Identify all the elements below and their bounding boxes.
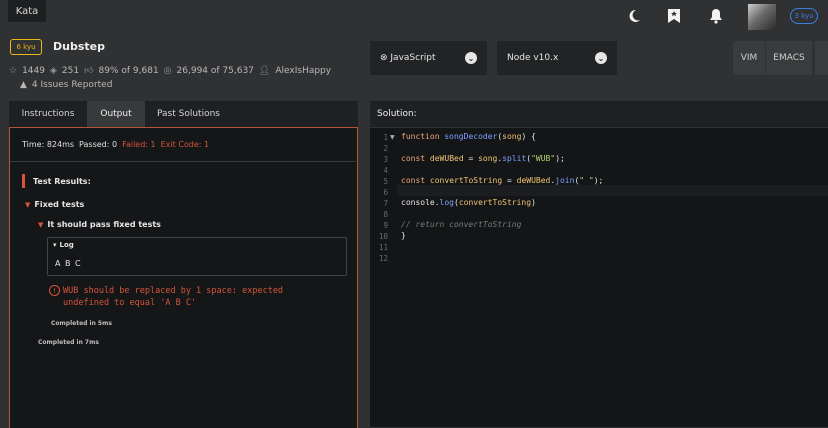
warning-icon: ▲ xyxy=(20,80,27,90)
completed-count: 26,994 of 75,637 xyxy=(176,66,254,76)
line-number: 6 xyxy=(383,188,388,197)
top-bar xyxy=(0,0,828,34)
kata-author[interactable]: AlexIsHappy xyxy=(275,66,331,76)
code-line-1[interactable]: function songDecoder(song) { xyxy=(401,132,536,141)
line-number: 9 xyxy=(383,221,388,230)
chevron-down-icon: ⌄ xyxy=(465,52,477,64)
runtime-select[interactable]: Node v10.x ⌄ xyxy=(497,41,617,75)
kata-title[interactable]: Dubstep xyxy=(53,40,105,53)
collections-count: 251 xyxy=(61,66,80,76)
thumbs-up-icon: 👍︎ xyxy=(84,66,94,76)
passed-count: Passed: 0 xyxy=(79,140,118,149)
language-select[interactable]: ⊗ JavaScript ⌄ xyxy=(370,41,487,75)
issues-label[interactable]: 4 Issues Reported xyxy=(32,80,113,90)
line-number: 5 xyxy=(383,177,388,186)
test-group-fixed[interactable]: ▼ Fixed tests xyxy=(25,200,84,209)
line-number: 7 xyxy=(383,199,388,208)
line-number: 8 xyxy=(383,210,388,219)
user-rank-badge: 3 kyu xyxy=(790,8,818,24)
completed-outer: Completed in 7ms xyxy=(38,339,99,346)
error-message: WUB should be replaced by 1 space: expec… xyxy=(63,286,284,308)
test-case-label: It should pass fixed tests xyxy=(47,220,161,229)
exit-code: Exit Code: 1 xyxy=(160,140,210,149)
active-line-highlight xyxy=(397,185,828,196)
error-icon: ! xyxy=(49,285,60,296)
line-number: 11 xyxy=(378,243,388,252)
tab-past-solutions[interactable]: Past Solutions xyxy=(145,101,232,127)
kata-rank-badge: 6 kyu xyxy=(10,39,42,55)
user-avatar[interactable] xyxy=(748,4,776,30)
bell-icon[interactable] xyxy=(706,6,726,26)
runtime-label: Node v10.x xyxy=(507,53,559,63)
test-group-label: Fixed tests xyxy=(34,200,85,209)
code-line-7[interactable]: console.log(convertToString) xyxy=(401,198,536,207)
line-number: 12 xyxy=(378,254,388,263)
code-editor[interactable] xyxy=(370,128,828,427)
line-number: 4 xyxy=(383,166,388,175)
language-label: ⊗ JavaScript xyxy=(380,53,436,63)
line-number: 1 xyxy=(383,133,388,142)
bookmark-icon[interactable] xyxy=(664,6,684,26)
caret-down-icon: ▼ xyxy=(25,200,31,209)
line-number: 3 xyxy=(383,155,388,164)
log-output: A B C xyxy=(55,259,82,268)
test-results-title: Test Results: xyxy=(22,174,91,188)
collections-icon: ◈ xyxy=(49,66,57,76)
caret-down-icon: ▾ xyxy=(53,241,57,249)
log-toggle[interactable]: ▾ Log xyxy=(53,241,74,249)
tab-instructions[interactable]: Instructions xyxy=(9,101,87,127)
satisfaction-rating: 89% of 9,681 xyxy=(98,66,159,76)
line-number: 2 xyxy=(383,144,388,153)
emacs-mode-button[interactable]: EMACS xyxy=(766,41,812,75)
author-icon: 👤︎ xyxy=(258,66,271,76)
test-case[interactable]: ▼ It should pass fixed tests xyxy=(38,220,161,229)
target-icon: ◎ xyxy=(163,66,172,76)
log-label: Log xyxy=(59,241,74,249)
code-line-3[interactable]: const deWUBed = song.split("WUB"); xyxy=(401,154,565,163)
code-line-5[interactable]: const convertToString = deWUBed.join(" "… xyxy=(401,176,603,185)
star-icon: ☆ xyxy=(9,66,18,76)
fold-icon[interactable]: ▼ xyxy=(390,134,395,141)
chevron-down-icon: ⌄ xyxy=(595,52,607,64)
stars-count: 1449 xyxy=(22,66,45,76)
extra-mode-button[interactable] xyxy=(815,41,828,75)
solution-header: Solution: xyxy=(370,101,828,127)
kata-menu-button[interactable]: Kata xyxy=(8,0,46,22)
log-box xyxy=(47,237,347,276)
run-time: Time: 824ms xyxy=(22,140,75,149)
completed-inner: Completed in 5ms xyxy=(51,320,112,327)
moon-icon[interactable] xyxy=(624,6,644,26)
issues-link[interactable]: ▲ 4 Issues Reported xyxy=(20,80,112,90)
line-number: 10 xyxy=(378,232,388,241)
vim-mode-button[interactable]: VIM xyxy=(733,41,765,75)
output-tabs: Instructions Output Past Solutions xyxy=(9,101,358,127)
code-line-10[interactable]: } xyxy=(401,231,406,240)
caret-down-icon: ▼ xyxy=(38,220,44,229)
tab-output[interactable]: Output xyxy=(87,101,145,127)
solution-label: Solution: xyxy=(377,109,417,119)
kata-stats: ☆ 1449 ◈ 251 👍︎ 89% of 9,681 ◎ 26,994 of… xyxy=(9,66,331,76)
failed-count: Failed: 1 xyxy=(122,140,156,149)
code-line-9[interactable]: // return convertToString xyxy=(401,220,521,229)
run-summary: Time: 824ms Passed: 0 Failed: 1 Exit Cod… xyxy=(10,128,356,162)
